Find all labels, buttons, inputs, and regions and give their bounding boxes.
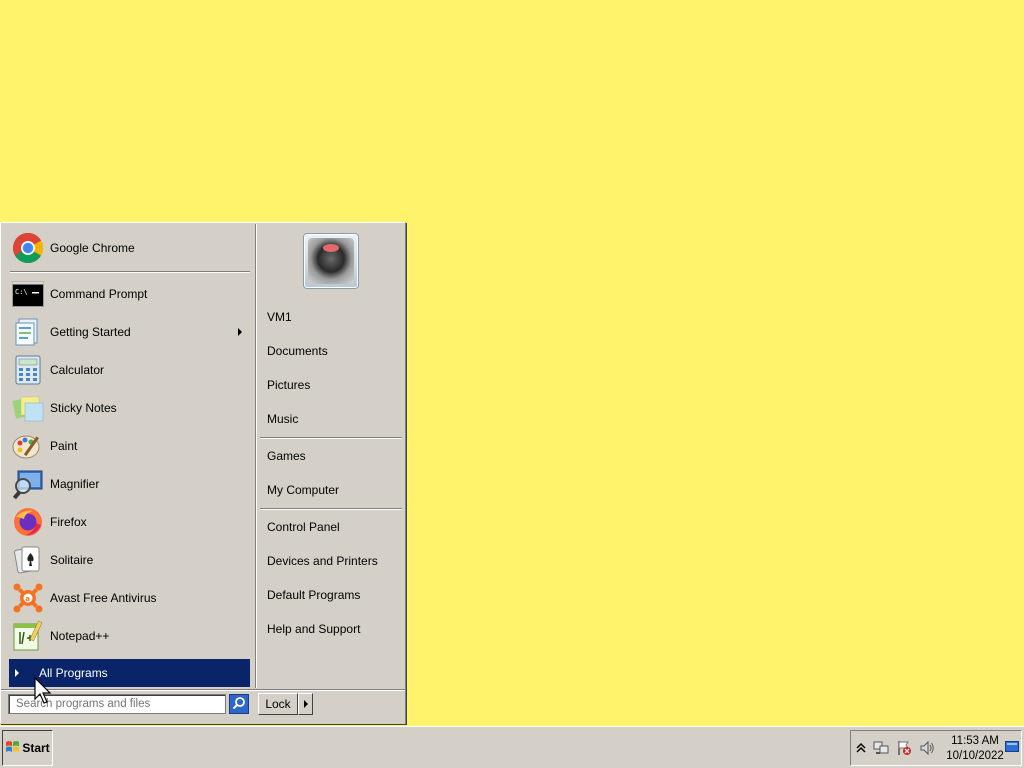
- notification-area: 11:53 AM 10/10/2022: [850, 730, 1022, 766]
- program-label: Avast Free Antivirus: [50, 591, 157, 605]
- windows-logo-icon: [5, 740, 20, 757]
- start-menu-places-pane: VM1 Documents Pictures Music Games My Co…: [255, 224, 405, 688]
- lock-label: Lock: [265, 697, 291, 711]
- search-input[interactable]: [8, 694, 226, 714]
- show-hidden-icons-icon[interactable]: [855, 740, 871, 756]
- command-prompt-icon: C:\: [12, 278, 44, 310]
- place-documents[interactable]: Documents: [267, 340, 328, 362]
- program-calculator[interactable]: Calculator: [10, 353, 246, 387]
- volume-icon[interactable]: [919, 740, 935, 756]
- paint-icon: [12, 430, 44, 462]
- program-label: Calculator: [50, 363, 105, 377]
- program-label: Magnifier: [50, 477, 100, 491]
- clock[interactable]: 11:53 AM 10/10/2022: [943, 734, 1007, 764]
- program-label: Getting Started: [50, 325, 131, 339]
- program-firefox[interactable]: Firefox: [10, 505, 246, 539]
- program-solitaire[interactable]: Solitaire: [10, 543, 246, 577]
- program-paint[interactable]: Paint: [10, 429, 246, 463]
- place-vm1[interactable]: VM1: [267, 306, 292, 328]
- program-notepad-plus-plus[interactable]: Notepad++: [10, 619, 246, 653]
- network-icon[interactable]: [873, 740, 889, 756]
- program-label: Command Prompt: [50, 287, 148, 301]
- shutdown-options-button[interactable]: [298, 693, 313, 715]
- solitaire-icon: [12, 544, 44, 576]
- program-label: Paint: [50, 439, 78, 453]
- taskbar: Start 11:53 AM 10/10/2022: [0, 726, 1024, 768]
- getting-started-icon: [12, 316, 44, 348]
- program-sticky-notes[interactable]: Sticky Notes: [10, 391, 246, 425]
- submenu-arrow-icon: [238, 328, 242, 336]
- program-google-chrome[interactable]: Google Chrome: [10, 231, 246, 265]
- program-label: Sticky Notes: [50, 401, 117, 415]
- clock-time: 11:53 AM: [951, 735, 999, 747]
- pinned-separator: [10, 271, 250, 273]
- magnifier-icon: [12, 468, 44, 500]
- all-programs-arrow-icon: [15, 669, 19, 677]
- start-button[interactable]: Start: [2, 730, 53, 766]
- chevron-right-icon: [303, 700, 308, 708]
- program-label: Solitaire: [50, 553, 94, 567]
- start-menu-bottom-bar: Lock: [1, 689, 405, 724]
- program-magnifier[interactable]: Magnifier: [10, 467, 246, 501]
- place-music[interactable]: Music: [267, 408, 298, 430]
- place-games[interactable]: Games: [267, 445, 306, 467]
- start-menu: Google Chrome C:\ Command Prompt Getting…: [0, 222, 406, 724]
- program-getting-started[interactable]: Getting Started: [10, 315, 246, 349]
- place-my-computer[interactable]: My Computer: [267, 479, 339, 501]
- places-separator: [260, 437, 402, 439]
- svg-text:a: a: [25, 595, 30, 603]
- turntable-picture-icon: [308, 238, 354, 284]
- search-button[interactable]: [229, 694, 249, 714]
- program-label: Firefox: [50, 515, 87, 529]
- all-programs-label: All Programs: [39, 666, 108, 680]
- place-help-and-support[interactable]: Help and Support: [267, 618, 360, 640]
- clock-date: 10/10/2022: [946, 750, 1004, 762]
- place-control-panel[interactable]: Control Panel: [267, 516, 340, 538]
- start-label: Start: [22, 741, 50, 755]
- program-avast-free-antivirus[interactable]: a Avast Free Antivirus: [10, 581, 246, 615]
- user-picture[interactable]: [303, 233, 359, 289]
- calculator-icon: [12, 354, 44, 386]
- chrome-icon: [12, 232, 44, 264]
- place-pictures[interactable]: Pictures: [267, 374, 310, 396]
- svg-text:C:\: C:\: [15, 288, 28, 296]
- action-center-flag-icon[interactable]: [896, 740, 912, 756]
- lock-button[interactable]: Lock: [258, 693, 298, 715]
- place-default-programs[interactable]: Default Programs: [267, 584, 360, 606]
- sticky-notes-icon: [12, 392, 44, 424]
- places-separator: [260, 508, 402, 510]
- program-label: Google Chrome: [50, 241, 135, 255]
- place-devices-and-printers[interactable]: Devices and Printers: [267, 550, 378, 572]
- start-menu-programs-pane: Google Chrome C:\ Command Prompt Getting…: [2, 224, 253, 688]
- program-label: Notepad++: [50, 629, 110, 643]
- avast-icon: a: [12, 582, 44, 614]
- show-desktop-icon[interactable]: [1005, 740, 1021, 756]
- firefox-icon: [12, 506, 44, 538]
- all-programs-button[interactable]: All Programs: [9, 659, 250, 687]
- search-icon: [232, 696, 246, 713]
- notepad-plus-plus-icon: [12, 620, 44, 652]
- program-command-prompt[interactable]: C:\ Command Prompt: [10, 277, 246, 311]
